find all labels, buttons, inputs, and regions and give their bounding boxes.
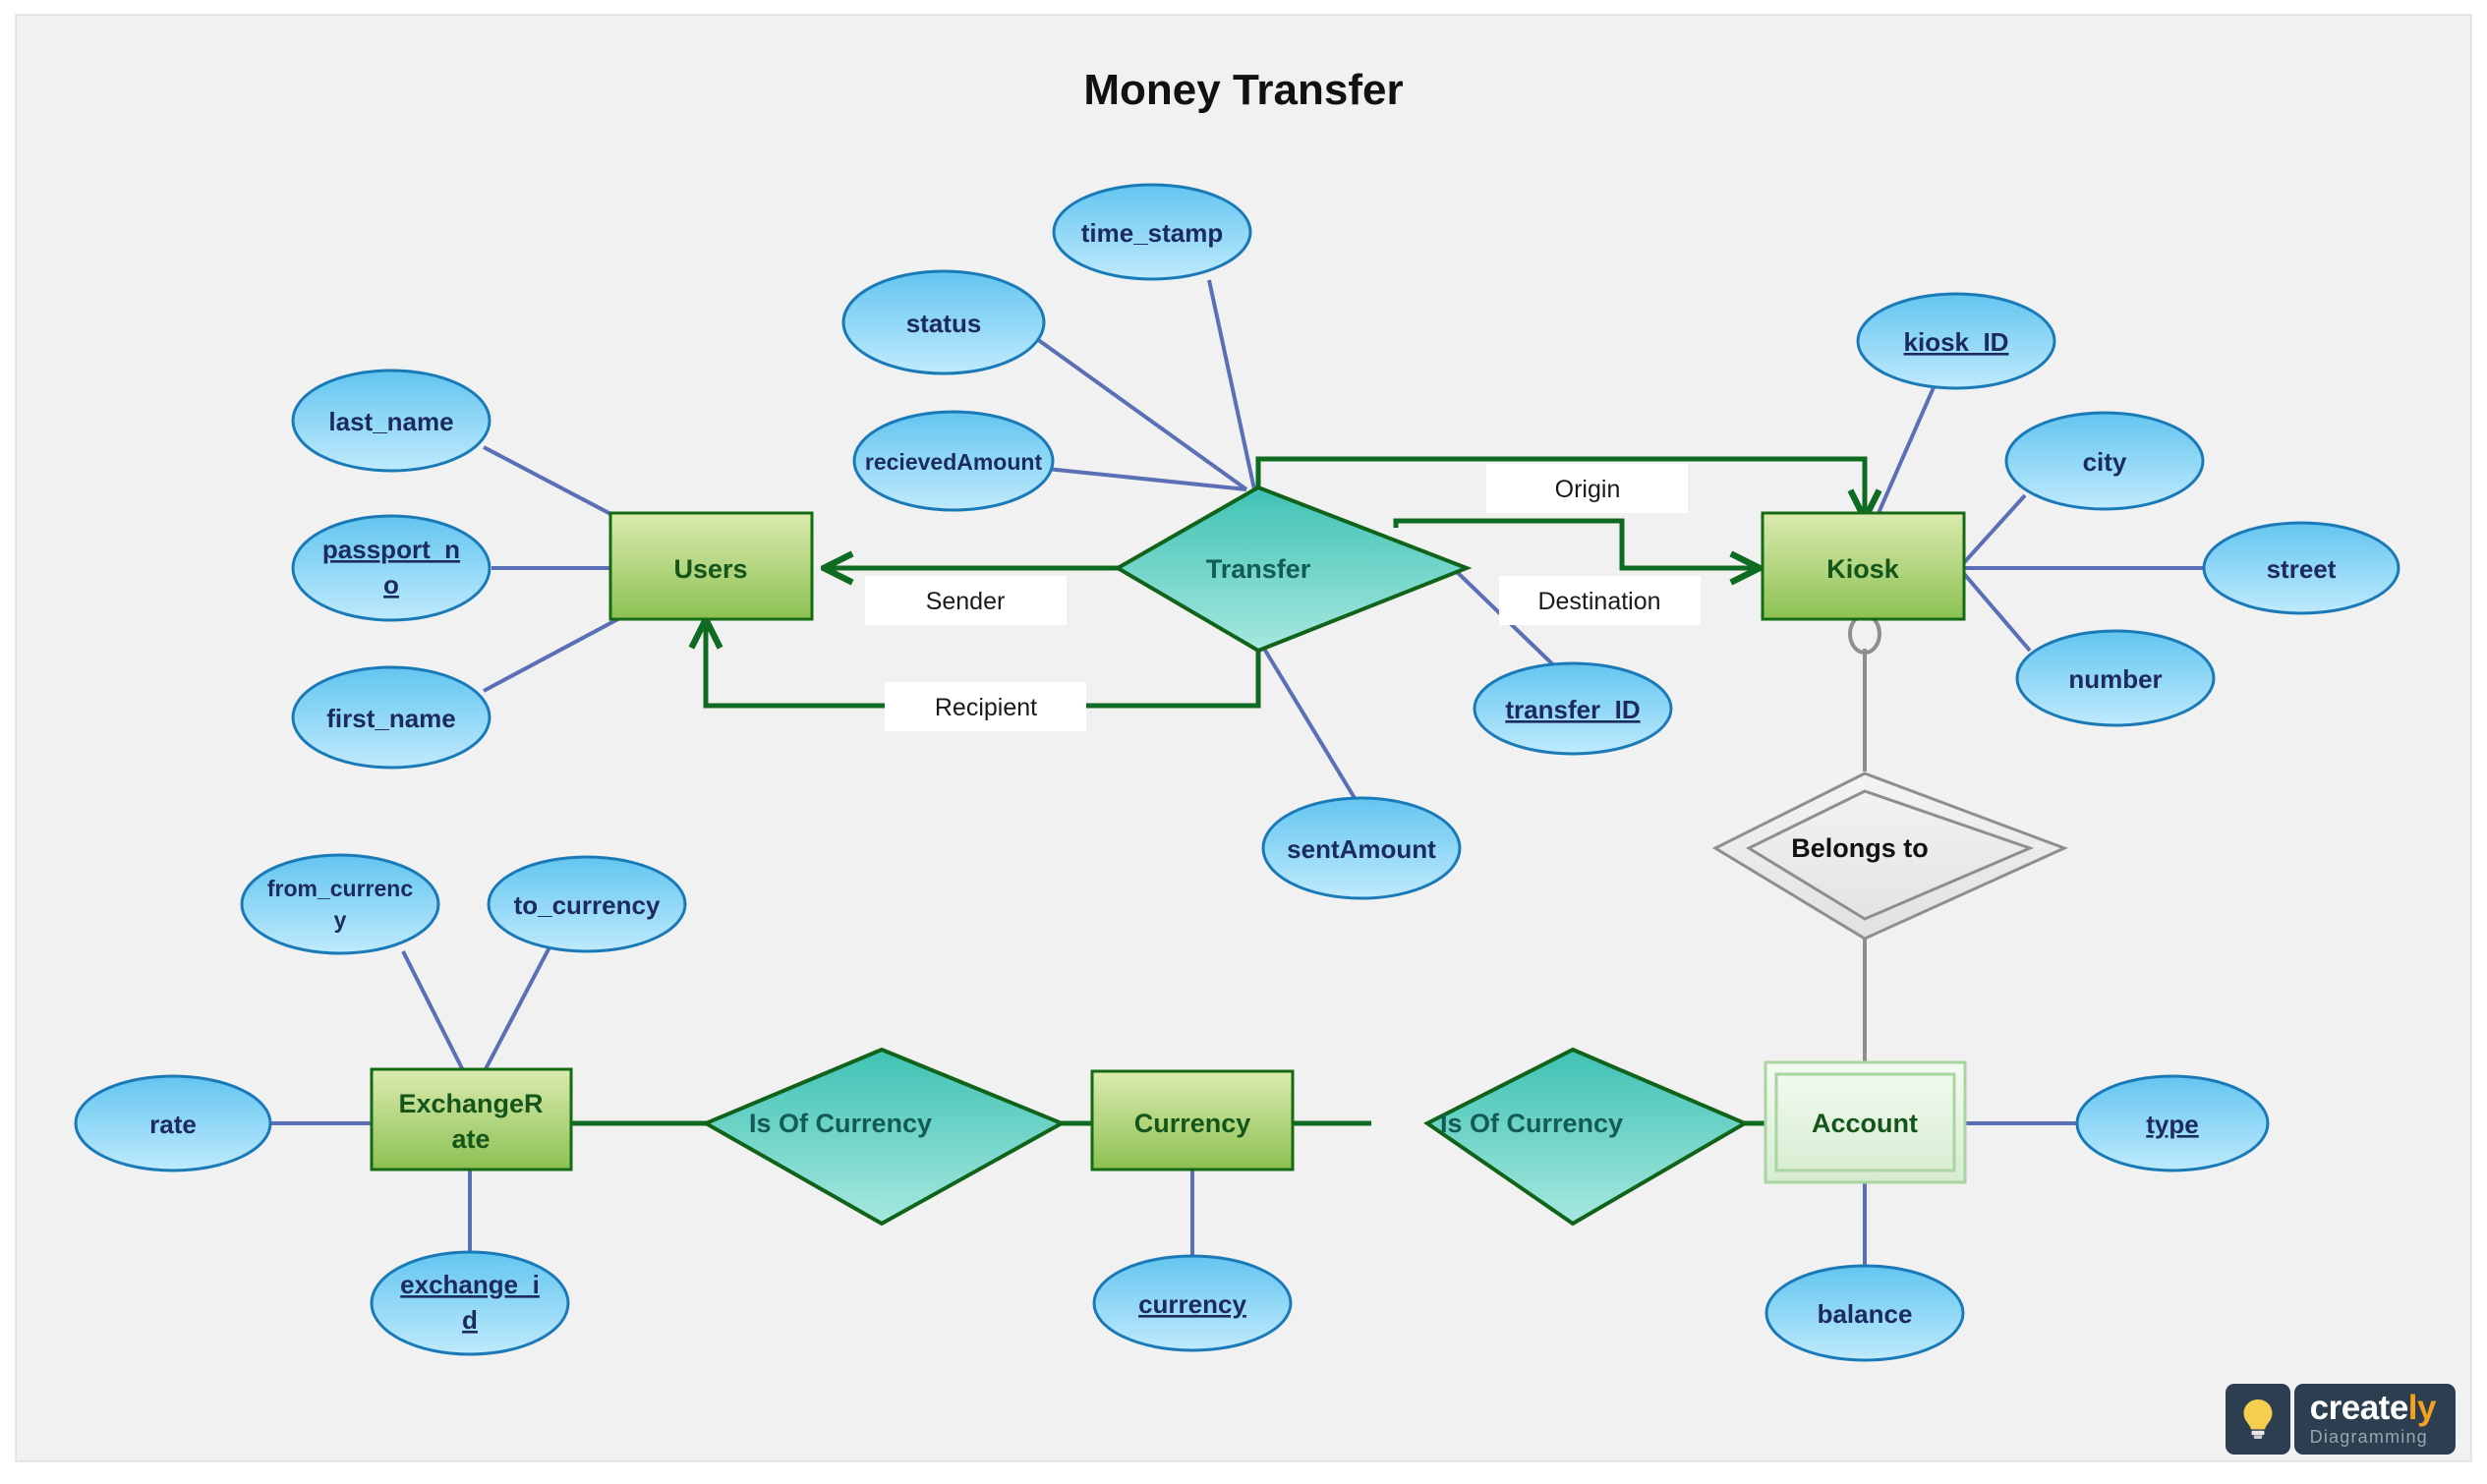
attribute-from_currency[interactable]: from_currenc y [240, 853, 440, 955]
attribute-passport_no[interactable]: passport_n o [291, 514, 492, 622]
attribute-recievedAmount[interactable]: recievedAmount [852, 410, 1055, 512]
entity-currency[interactable]: Currency [1090, 1069, 1295, 1171]
attribute-street[interactable]: street [2202, 521, 2400, 615]
attribute-from_currency-label-line1: from_currenc [267, 876, 413, 901]
attribute-last_name-label: last_name [328, 407, 453, 436]
attribute-time_stamp[interactable]: time_stamp [1052, 183, 1252, 281]
relationship-transfer-label: Transfer [1206, 554, 1311, 584]
brand-name-ly: ly [2407, 1389, 2437, 1427]
edge-recievedAmount-transfer [1046, 467, 1247, 491]
relationship-is-of-currency-right[interactable]: Is Of Currency [1423, 1047, 1750, 1227]
attribute-balance[interactable]: balance [1764, 1264, 1965, 1362]
attribute-passport_no-label-line1: passport_n [322, 535, 460, 564]
edge-label-origin-text: Origin [1555, 476, 1621, 503]
edge-label-origin: Origin [1486, 464, 1688, 513]
relationship-isofcurrency-left-label: Is Of Currency [749, 1109, 932, 1138]
relationship-belongsto-label: Belongs to [1791, 833, 1929, 863]
edge-time_stamp-transfer [1207, 279, 1256, 490]
entity-kiosk[interactable]: Kiosk [1761, 511, 1966, 621]
relationship-transfer[interactable]: Transfer [1114, 485, 1473, 654]
edge-label-recipient: Recipient [885, 682, 1086, 731]
optional-participation-circle [1848, 613, 1881, 655]
entity-account[interactable]: Account [1764, 1060, 1967, 1184]
attribute-last_name[interactable]: last_name [291, 369, 492, 473]
edge-status-transfer [1035, 337, 1248, 491]
attribute-status-label: status [906, 309, 982, 338]
attribute-balance-label: balance [1818, 1299, 1913, 1329]
attribute-city[interactable]: city [2004, 411, 2205, 511]
attribute-street-label: street [2267, 554, 2337, 584]
attribute-transfer_ID-label: transfer_ID [1505, 695, 1640, 724]
relationship-belongs-to[interactable]: Belongs to [1711, 771, 2068, 941]
attribute-exchange_id-ellipse[interactable] [370, 1250, 570, 1356]
relationship-is-of-currency-left[interactable]: Is Of Currency [701, 1047, 1067, 1227]
attribute-first_name[interactable]: first_name [291, 665, 492, 770]
edge-sentAmount-transfer [1262, 647, 1357, 800]
attribute-rate-label: rate [149, 1110, 197, 1139]
entity-users[interactable]: Users [608, 511, 814, 621]
attribute-to_currency[interactable]: to_currency [487, 855, 687, 953]
page-title: Money Transfer [1083, 66, 1403, 114]
er-diagram-svg[interactable]: Money Transfer Users Kiosk ExchangeR ate… [0, 0, 2487, 1484]
attribute-transfer_ID[interactable]: transfer_ID [1473, 661, 1673, 756]
attribute-rate[interactable]: rate [74, 1074, 272, 1172]
attribute-sentAmount[interactable]: sentAmount [1261, 796, 1462, 900]
edge-label-sender-text: Sender [926, 588, 1006, 615]
attribute-exchange_id-label-line1: exchange_i [400, 1270, 540, 1299]
attribute-kiosk_ID-label: kiosk_ID [1904, 327, 2009, 357]
attribute-passport_no-ellipse[interactable] [291, 514, 492, 622]
entity-exchangerate[interactable]: ExchangeR ate [370, 1067, 573, 1171]
entity-currency-label: Currency [1134, 1109, 1251, 1138]
attribute-first_name-label: first_name [326, 704, 456, 733]
attribute-recievedAmount-label: recievedAmount [865, 449, 1043, 475]
attribute-from_currency-label-line2: y [334, 907, 347, 933]
attribute-status[interactable]: status [841, 269, 1046, 375]
attribute-currency[interactable]: currency [1092, 1254, 1293, 1352]
edge-kiosk_ID-kiosk [1877, 384, 1937, 514]
lightbulb-icon [2225, 1384, 2290, 1455]
attribute-number-label: number [2068, 664, 2162, 694]
attribute-exchange_id-label-line2: d [462, 1305, 478, 1335]
brand-tagline: Diagramming [2309, 1427, 2428, 1447]
edge-label-destination: Destination [1499, 576, 1701, 625]
edge-to_currency-exchangerate [476, 944, 552, 1085]
edge-number-kiosk [1957, 566, 2032, 653]
attribute-time_stamp-label: time_stamp [1081, 218, 1224, 248]
attribute-number[interactable]: number [2015, 629, 2216, 727]
edge-label-destination-text: Destination [1537, 588, 1660, 615]
attribute-to_currency-label: to_currency [514, 890, 661, 920]
attribute-passport_no-label-line2: o [383, 570, 399, 599]
relationship-isofcurrency-right-label: Is Of Currency [1440, 1109, 1623, 1138]
entity-kiosk-label: Kiosk [1826, 554, 1900, 584]
attribute-type[interactable]: type [2075, 1074, 2270, 1172]
entity-exchangerate-label-line1: ExchangeR [398, 1089, 543, 1118]
entity-users-label: Users [673, 554, 747, 584]
brand-name-create: create [2309, 1389, 2409, 1427]
attribute-currency-label: currency [1138, 1289, 1246, 1319]
attribute-type-label: type [2146, 1110, 2198, 1139]
attribute-sentAmount-label: sentAmount [1287, 834, 1436, 864]
creately-watermark[interactable]: creately Diagramming [2225, 1384, 2456, 1455]
edge-label-sender: Sender [865, 576, 1067, 625]
edge-label-recipient-text: Recipient [935, 694, 1037, 721]
entity-exchangerate-label-line2: ate [451, 1124, 490, 1154]
attribute-city-label: city [2083, 447, 2127, 477]
attribute-exchange_id[interactable]: exchange_i d [370, 1250, 570, 1356]
attribute-from_currency-ellipse[interactable] [240, 853, 440, 955]
entity-exchangerate-box[interactable] [370, 1067, 573, 1171]
screenshot-root: Money Transfer Users Kiosk ExchangeR ate… [0, 0, 2487, 1484]
entity-account-label: Account [1812, 1109, 1918, 1138]
creately-wordmark: creately Diagramming [2293, 1384, 2456, 1455]
edge-from_currency-exchangerate [401, 950, 472, 1085]
edge-city-kiosk [1957, 493, 2027, 570]
attribute-kiosk_ID[interactable]: kiosk_ID [1856, 292, 2056, 390]
